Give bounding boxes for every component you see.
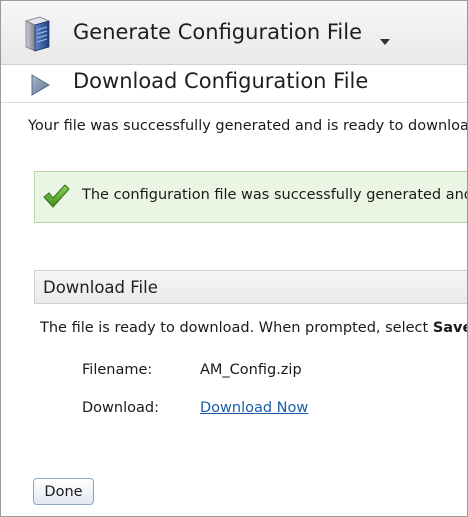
section-title: Download File — [43, 278, 158, 297]
instructions-text: The file is ready to download. When prom… — [40, 320, 433, 336]
filename-label: Filename: — [82, 362, 153, 378]
done-button[interactable]: Done — [33, 478, 94, 505]
server-icon — [22, 15, 52, 53]
subheader: Download Configuration File — [1, 65, 467, 103]
filename-value: AM_Config.zip — [200, 362, 302, 378]
subheader-title: Download Configuration File — [73, 69, 369, 93]
configuration-dialog: Generate Configuration File Download Con… — [0, 0, 468, 517]
checkmark-icon — [42, 183, 70, 209]
instructions-bold-text: Save — [432, 320, 467, 336]
download-now-link[interactable]: Download Now — [200, 400, 308, 416]
success-message: The configuration file was successfully … — [34, 171, 467, 223]
play-arrow-icon — [29, 73, 51, 97]
caret-down-icon[interactable] — [379, 31, 391, 45]
intro-text: Your file was successfully generated and… — [28, 118, 468, 134]
success-text: The configuration file was successfully … — [82, 187, 467, 203]
download-label: Download: — [82, 400, 159, 416]
header-title: Generate Configuration File — [73, 20, 362, 44]
page-header: Generate Configuration File — [1, 1, 467, 65]
download-instructions: The file is ready to download. When prom… — [40, 320, 467, 336]
download-section-header: Download File — [34, 270, 467, 304]
